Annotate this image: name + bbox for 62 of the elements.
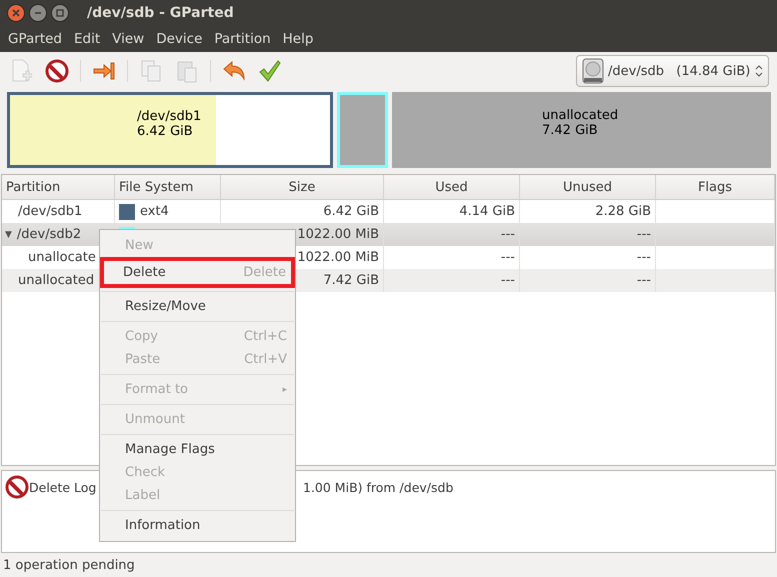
menu-item[interactable]: Resize/Move (103, 295, 292, 318)
menu-item[interactable]: Information (103, 514, 292, 537)
partition-name: unallocated (18, 273, 94, 288)
used-value: 4.14 GiB (459, 204, 515, 219)
unallocated-block[interactable]: unallocated 7.42 GiB (392, 92, 771, 168)
menu-item[interactable]: View (106, 31, 150, 47)
apply-button[interactable] (257, 58, 283, 84)
size-value: 1022.00 MiB (297, 250, 379, 265)
close-icon (12, 9, 20, 17)
paste-icon (176, 59, 198, 83)
partition-name: unallocate (28, 250, 96, 265)
file-system: ext4 (140, 204, 169, 219)
column-header[interactable]: Size (221, 175, 384, 199)
spinner-arrows-icon (755, 64, 763, 78)
window-title: /dev/sdb - GParted (87, 5, 234, 21)
column-header[interactable]: Flags (656, 175, 775, 199)
minimize-icon (34, 9, 42, 17)
column-header[interactable]: Partition (2, 175, 115, 199)
partition-name: unallocated (542, 108, 620, 123)
size-value: 1022.00 MiB (297, 227, 379, 242)
size-value: 7.42 GiB (323, 273, 379, 288)
unused-value: --- (636, 250, 651, 265)
partition-block[interactable]: /dev/sdb1 6.42 GiB (7, 92, 333, 168)
operation-text: Delete Log (29, 480, 96, 494)
partition-name: /dev/sdb2 (16, 227, 82, 242)
size-value: 6.42 GiB (323, 204, 379, 219)
maximize-button[interactable] (51, 4, 69, 22)
menu-item[interactable]: Manage Flags (103, 438, 292, 461)
device-selector[interactable]: /dev/sdb (14.84 GiB) (576, 55, 769, 87)
menu-item[interactable]: Help (276, 31, 320, 47)
column-header[interactable]: Unused (520, 175, 656, 199)
menu-item[interactable]: Partition (208, 31, 277, 47)
expander-arrow[interactable]: ▼ (5, 230, 12, 240)
status-text: 1 operation pending (2, 556, 136, 574)
menu-item[interactable]: Device (150, 31, 208, 47)
partition-name: /dev/sdb1 (137, 109, 202, 124)
operation-text: 1.00 MiB) from /dev/sdb (303, 480, 454, 494)
delete-icon (45, 59, 69, 83)
arrow-to-bar-icon (92, 61, 116, 81)
partition-name: /dev/sdb1 (18, 204, 82, 219)
delete-icon (5, 475, 29, 499)
used-value: --- (500, 273, 515, 288)
unused-value: --- (636, 273, 651, 288)
column-header[interactable]: Used (384, 175, 520, 199)
undo-arrow-icon (222, 60, 246, 82)
unused-value: --- (636, 227, 651, 242)
copy-icon (140, 59, 162, 83)
column-header[interactable]: File System (115, 175, 221, 199)
close-button[interactable] (7, 4, 25, 22)
used-value: --- (500, 227, 515, 242)
used-value: --- (500, 250, 515, 265)
partition-size: 7.42 GiB (542, 123, 599, 138)
new-document-icon (10, 59, 32, 83)
delete-button[interactable] (44, 58, 70, 84)
checkmark-icon (258, 59, 282, 83)
maximize-icon (56, 9, 64, 17)
menu-item[interactable]: Edit (68, 31, 106, 47)
menu-item[interactable]: Delete Delete (100, 257, 295, 288)
minimize-button[interactable] (29, 4, 47, 22)
menu-item[interactable]: GParted (2, 31, 68, 47)
unused-value: 2.28 GiB (595, 204, 651, 219)
partition-size: 6.42 GiB (137, 124, 194, 139)
